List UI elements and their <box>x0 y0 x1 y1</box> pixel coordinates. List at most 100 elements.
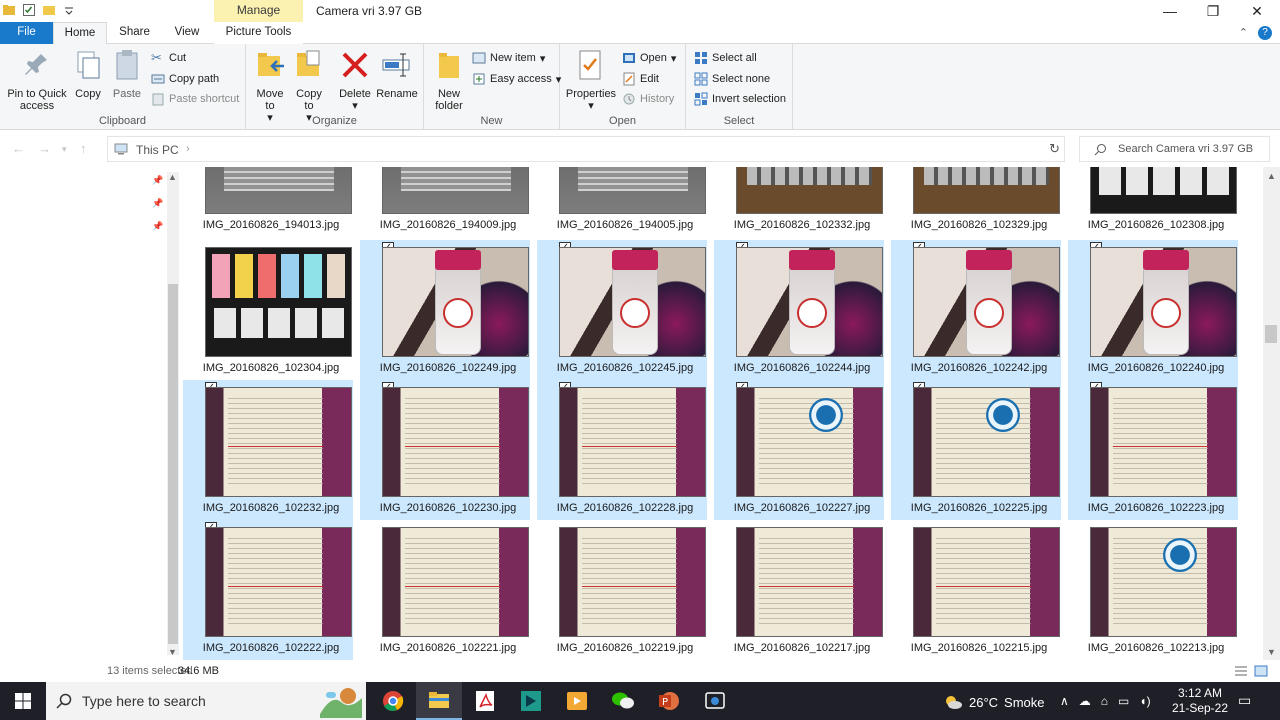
rename-button[interactable]: Rename <box>376 48 418 100</box>
content-scroll-thumb[interactable] <box>1265 325 1277 343</box>
breadcrumb-chevron-icon[interactable]: › <box>186 143 190 155</box>
properties-check-icon[interactable] <box>22 3 36 17</box>
navigation-pane[interactable]: 📌 📌 📌 ▲ ▼ <box>0 167 182 660</box>
image-thumbnail[interactable] <box>382 387 529 497</box>
network-icon[interactable]: ⌂ <box>1101 694 1108 708</box>
file-tile[interactable]: IMG_20160826_194013.jpg <box>183 167 353 237</box>
image-thumbnail[interactable] <box>913 167 1060 214</box>
paste-button[interactable]: Paste <box>110 48 144 100</box>
pin-icon[interactable]: 📌 <box>152 175 163 186</box>
edit-button[interactable]: Edit <box>622 70 659 88</box>
file-tile[interactable]: ✓IMG_20160826_102245.jpg <box>537 240 707 380</box>
help-icon[interactable]: ? <box>1258 26 1272 40</box>
image-thumbnail[interactable] <box>559 167 706 214</box>
tab-home[interactable]: Home <box>53 22 107 44</box>
taskbar-search[interactable]: Type here to search <box>46 682 366 720</box>
forward-arrow-icon[interactable]: → <box>38 141 51 156</box>
image-thumbnail[interactable] <box>382 167 529 214</box>
image-thumbnail[interactable] <box>382 247 529 357</box>
image-thumbnail[interactable] <box>913 247 1060 357</box>
notification-icon[interactable]: ▭ <box>1238 692 1251 709</box>
image-thumbnail[interactable] <box>1090 167 1237 214</box>
clock[interactable]: 3:12 AM 21-Sep-22 <box>1170 686 1230 716</box>
file-tile[interactable]: ✓IMG_20160826_102225.jpg <box>891 380 1061 520</box>
file-tile[interactable]: ✓IMG_20160826_102230.jpg <box>360 380 530 520</box>
up-arrow-icon[interactable]: ↑ <box>80 141 87 156</box>
powerpoint-app[interactable]: P <box>646 682 692 720</box>
invert-selection-button[interactable]: Invert selection <box>694 90 786 108</box>
chrome-app[interactable] <box>370 682 416 720</box>
screen-app[interactable] <box>508 682 554 720</box>
new-item-button[interactable]: New item ▾ <box>472 49 545 67</box>
select-all-button[interactable]: Select all <box>694 49 757 67</box>
scroll-up-icon[interactable]: ▲ <box>168 172 177 182</box>
image-thumbnail[interactable] <box>205 247 352 357</box>
thumbnail-view-icon[interactable] <box>1254 665 1268 677</box>
customize-dropdown-icon[interactable] <box>62 3 76 17</box>
image-thumbnail[interactable] <box>205 167 352 214</box>
pin-icon[interactable]: 📌 <box>152 198 163 209</box>
new-folder-button[interactable]: New folder <box>430 48 468 112</box>
chevron-up-icon[interactable]: ∧ <box>1060 694 1069 708</box>
file-tile[interactable]: ✓IMG_20160826_102244.jpg <box>714 240 884 380</box>
scroll-down-icon[interactable]: ▼ <box>1267 647 1276 657</box>
file-tile[interactable]: ✓IMG_20160826_102227.jpg <box>714 380 884 520</box>
start-button[interactable] <box>0 682 46 720</box>
image-thumbnail[interactable] <box>736 387 883 497</box>
image-thumbnail[interactable] <box>736 247 883 357</box>
tab-share[interactable]: Share <box>107 22 162 44</box>
cut-button[interactable]: ✂ Cut <box>151 49 186 67</box>
file-tile[interactable]: IMG_20160826_102308.jpg <box>1068 167 1238 237</box>
tab-file[interactable]: File <box>0 22 53 44</box>
file-tile[interactable]: IMG_20160826_102221.jpg <box>360 520 530 660</box>
volume-icon[interactable]: ◖) <box>1139 694 1150 708</box>
snip-app[interactable] <box>692 682 738 720</box>
delete-button[interactable]: Delete ▾ <box>336 48 374 112</box>
properties-button[interactable]: Properties ▾ <box>565 48 617 112</box>
breadcrumb-this-pc[interactable]: This PC <box>136 143 179 157</box>
image-thumbnail[interactable] <box>913 527 1060 637</box>
weather-widget[interactable]: 26°C Smoke <box>943 693 1045 711</box>
file-tile[interactable]: ✓IMG_20160826_102242.jpg <box>891 240 1061 380</box>
image-thumbnail[interactable] <box>736 527 883 637</box>
recent-dropdown-icon[interactable]: ▾ <box>62 144 67 155</box>
pin-icon[interactable]: 📌 <box>152 221 163 232</box>
file-tile[interactable]: IMG_20160826_102213.jpg <box>1068 520 1238 660</box>
media-player-app[interactable] <box>554 682 600 720</box>
wechat-app[interactable] <box>600 682 646 720</box>
image-thumbnail[interactable] <box>559 527 706 637</box>
file-tile[interactable]: IMG_20160826_102329.jpg <box>891 167 1061 237</box>
open-button[interactable]: Open ▾ <box>622 49 676 67</box>
image-thumbnail[interactable] <box>559 387 706 497</box>
image-thumbnail[interactable] <box>736 167 883 214</box>
maximize-button[interactable]: ❐ <box>1190 0 1236 22</box>
image-thumbnail[interactable] <box>1090 387 1237 497</box>
file-tile[interactable]: ✓IMG_20160826_102249.jpg <box>360 240 530 380</box>
chevron-up-icon[interactable]: ⌃ <box>1239 26 1248 40</box>
scroll-down-icon[interactable]: ▼ <box>168 647 177 657</box>
minimize-button[interactable]: — <box>1147 0 1193 22</box>
image-thumbnail[interactable] <box>1090 247 1237 357</box>
tab-picture-tools[interactable]: Picture Tools <box>214 22 303 44</box>
tab-view[interactable]: View <box>162 22 212 44</box>
file-tile[interactable]: ✓IMG_20160826_102228.jpg <box>537 380 707 520</box>
folder-icon[interactable] <box>2 3 16 17</box>
image-thumbnail[interactable] <box>913 387 1060 497</box>
image-thumbnail[interactable] <box>1090 527 1237 637</box>
image-thumbnail[interactable] <box>205 527 352 637</box>
file-tile[interactable]: IMG_20160826_102215.jpg <box>891 520 1061 660</box>
nav-scroll-thumb[interactable] <box>168 284 178 644</box>
acrobat-app[interactable] <box>462 682 508 720</box>
file-tile[interactable]: IMG_20160826_102304.jpg <box>183 240 353 380</box>
select-none-button[interactable]: Select none <box>694 70 770 88</box>
back-arrow-icon[interactable]: ← <box>12 141 25 156</box>
file-tile[interactable]: IMG_20160826_194009.jpg <box>360 167 530 237</box>
file-tile[interactable]: IMG_20160826_194005.jpg <box>537 167 707 237</box>
file-tile[interactable]: IMG_20160826_102217.jpg <box>714 520 884 660</box>
copy-to-button[interactable]: Copy to ▾ <box>292 48 326 124</box>
image-thumbnail[interactable] <box>205 387 352 497</box>
file-tile[interactable]: ✓IMG_20160826_102232.jpg <box>183 380 353 520</box>
image-thumbnail[interactable] <box>559 247 706 357</box>
new-folder-icon[interactable] <box>42 3 56 17</box>
easy-access-button[interactable]: Easy access ▾ <box>472 70 561 88</box>
